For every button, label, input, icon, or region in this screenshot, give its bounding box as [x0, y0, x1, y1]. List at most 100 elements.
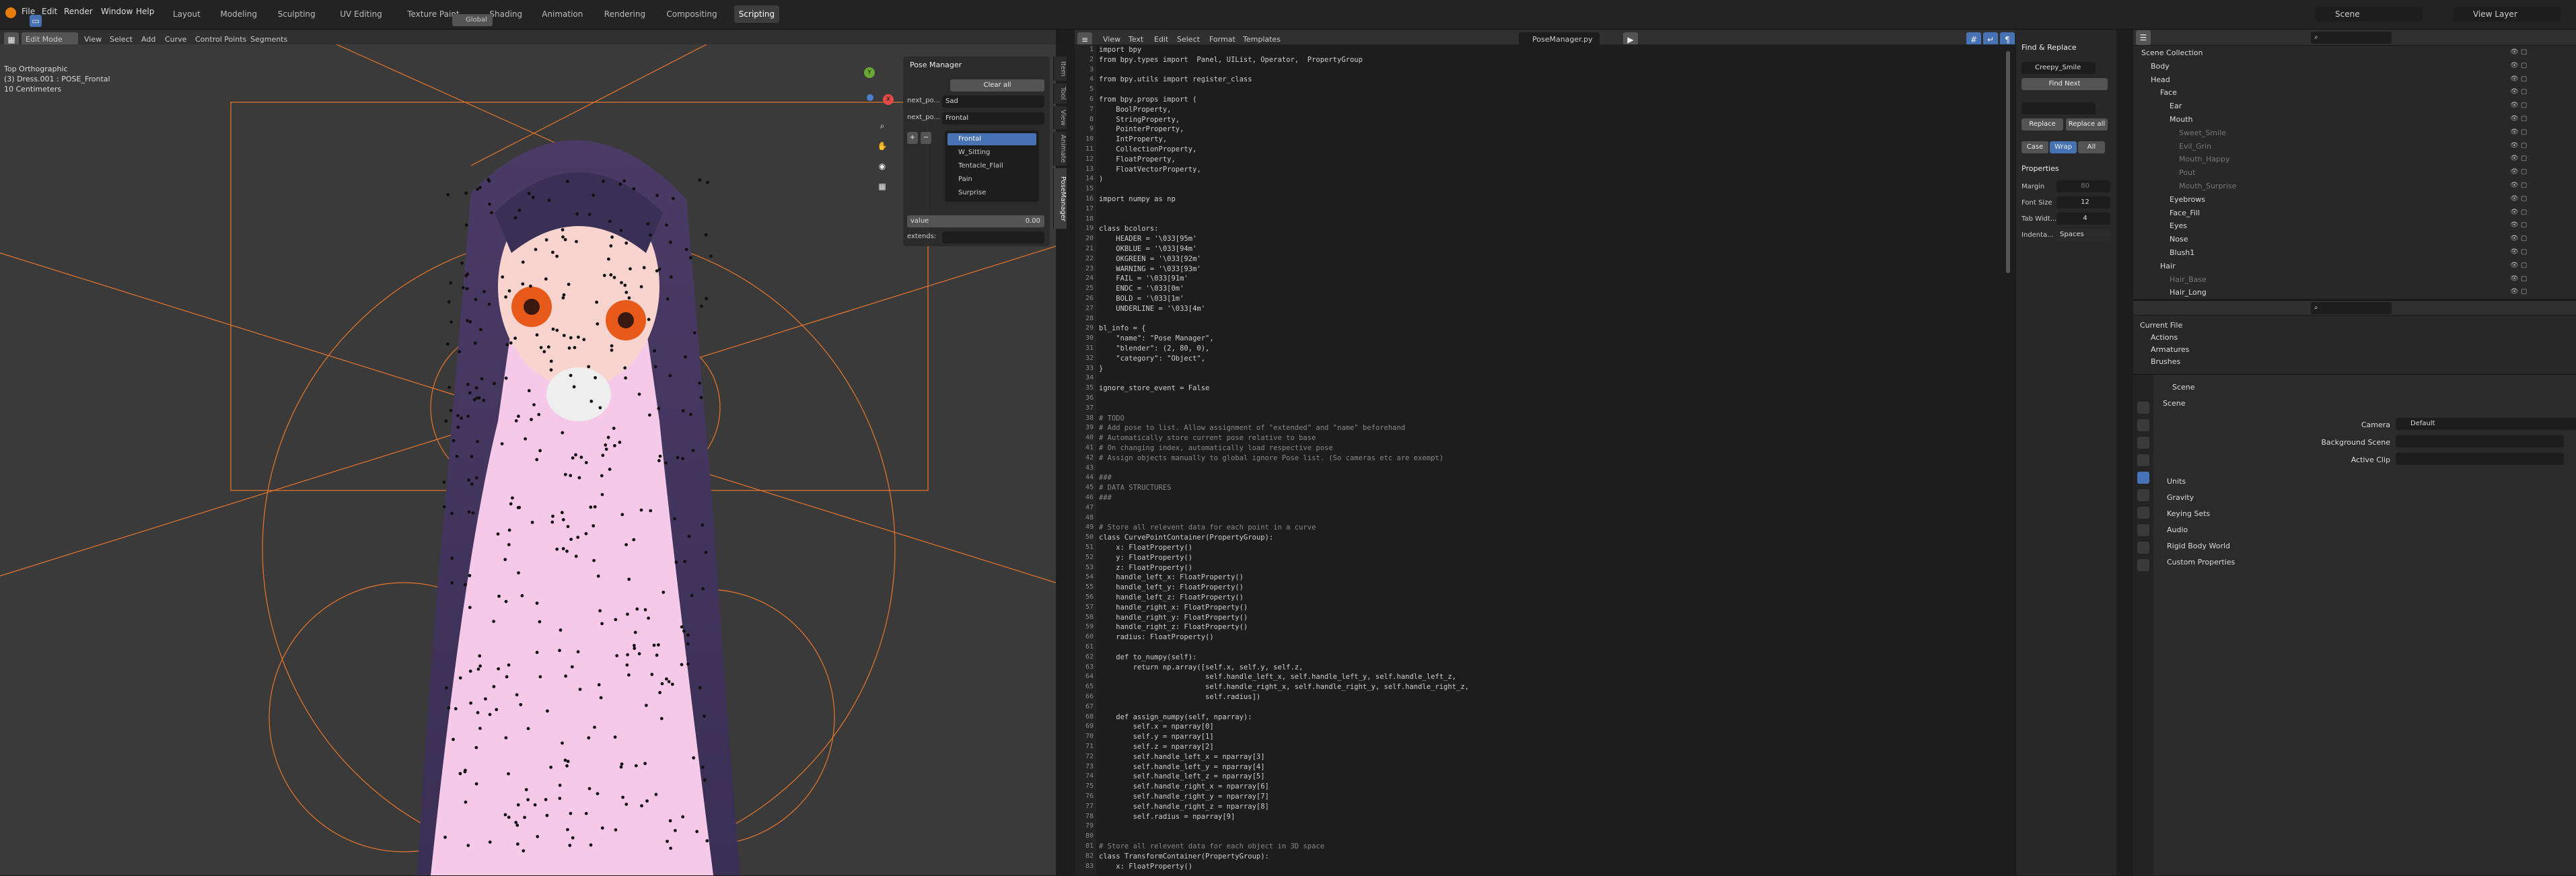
- object-tab-icon[interactable]: [2137, 507, 2149, 519]
- sidebar-tab-animate[interactable]: Animate: [1053, 132, 1067, 166]
- visibility-toggle-icon[interactable]: 👁 ▢: [2510, 209, 2527, 216]
- margin-field[interactable]: 80: [2056, 180, 2110, 192]
- add-pose-button[interactable]: +: [907, 132, 918, 144]
- visibility-toggle-icon[interactable]: 👁 ▢: [2510, 262, 2527, 269]
- visibility-toggle-icon[interactable]: 👁 ▢: [2510, 235, 2527, 242]
- outliner-type-icon[interactable]: ☰: [2136, 30, 2151, 45]
- visibility-toggle-icon[interactable]: 👁 ▢: [2510, 275, 2527, 283]
- outliner-item[interactable]: Hair: [2160, 262, 2176, 270]
- tab-width-field[interactable]: 4: [2056, 213, 2110, 225]
- wrap-toggle[interactable]: Wrap: [2050, 141, 2077, 153]
- current-file-item[interactable]: Current File: [2140, 321, 2182, 330]
- case-toggle[interactable]: Case: [2022, 141, 2048, 153]
- outliner-item[interactable]: Face: [2160, 88, 2177, 97]
- outliner-item[interactable]: Scene Collection: [2141, 48, 2203, 57]
- find-input[interactable]: Creepy_Smile: [2022, 62, 2096, 74]
- outliner-item[interactable]: Nose: [2170, 235, 2188, 244]
- outliner-item[interactable]: Eyebrows: [2170, 195, 2205, 204]
- visibility-toggle-icon[interactable]: 👁 ▢: [2510, 88, 2527, 96]
- camera-field[interactable]: Default: [2396, 418, 2576, 430]
- menu-help[interactable]: Help: [136, 7, 154, 16]
- all-toggle[interactable]: All: [2078, 141, 2105, 153]
- next-pose-field[interactable]: Sad: [942, 96, 1044, 108]
- pose-list-item[interactable]: Pain: [947, 174, 1036, 186]
- view-layer-tab-icon[interactable]: [2137, 454, 2149, 466]
- rigid-body-panel[interactable]: Rigid Body World: [2167, 542, 2230, 550]
- pose-list-item[interactable]: Tentacle_Flail: [947, 160, 1036, 172]
- units-panel[interactable]: Units: [2167, 477, 2186, 486]
- blender-logo-icon[interactable]: [5, 7, 16, 18]
- tool-tab-icon[interactable]: [2137, 402, 2149, 414]
- scene-section-header[interactable]: Scene: [2163, 399, 2186, 408]
- audio-panel[interactable]: Audio: [2167, 525, 2188, 534]
- visibility-toggle-icon[interactable]: 👁 ▢: [2510, 182, 2527, 189]
- material-tab-icon[interactable]: [2137, 559, 2149, 571]
- sidebar-tab-tool[interactable]: Tool: [1053, 83, 1067, 104]
- next-pose2-field[interactable]: Frontal: [942, 112, 1044, 124]
- camera-icon[interactable]: ◉: [875, 159, 890, 174]
- file-view-search-input[interactable]: ⌕: [2311, 302, 2392, 314]
- orientation-selector[interactable]: Global: [452, 14, 493, 26]
- gravity-checkbox[interactable]: Gravity: [2167, 493, 2194, 502]
- outliner-search-input[interactable]: ⌕: [2311, 32, 2392, 44]
- outliner-item[interactable]: Ear: [2170, 102, 2182, 110]
- outliner-item[interactable]: Face_Fill: [2170, 209, 2200, 217]
- extends-field[interactable]: [942, 231, 1044, 244]
- view-layer-selector[interactable]: View Layer: [2453, 7, 2561, 22]
- visibility-toggle-icon[interactable]: 👁 ▢: [2510, 155, 2527, 162]
- code-editor[interactable]: 1 2 3 4 5 6 7 8 9 10 11 12 13 14 15 16 17 18 19 20 21 22 23 24 2…: [1075, 44, 2015, 875]
- navigation-gizmo[interactable]: Y X: [841, 65, 895, 118]
- modifier-tab-icon[interactable]: [2137, 524, 2149, 536]
- menu-render[interactable]: Render: [64, 7, 93, 16]
- data-tab-icon[interactable]: [2137, 542, 2149, 554]
- visibility-toggle-icon[interactable]: 👁 ▢: [2510, 75, 2527, 83]
- sidebar-tab-item[interactable]: Item: [1053, 57, 1067, 81]
- sidebar-tab-posemanager[interactable]: PoseManager: [1053, 168, 1067, 229]
- value-field[interactable]: value 0.00: [907, 215, 1044, 227]
- outliner-item[interactable]: Body: [2151, 62, 2170, 71]
- 3d-viewport[interactable]: Top Orthographic (3) Dress.001 : POSE_Fr…: [0, 44, 1056, 875]
- remove-pose-button[interactable]: −: [921, 132, 931, 144]
- font-size-field[interactable]: 12: [2056, 196, 2110, 209]
- code-scrollbar[interactable]: [2006, 51, 2010, 273]
- outliner-item[interactable]: Eyes: [2170, 221, 2187, 230]
- pan-hand-icon[interactable]: ✋: [875, 139, 890, 153]
- gizmo-x-axis[interactable]: X: [883, 94, 894, 105]
- brushes-item[interactable]: Brushes: [2151, 357, 2180, 366]
- menu-edit[interactable]: Edit: [42, 7, 57, 16]
- visibility-toggle-icon[interactable]: 👁 ▢: [2510, 248, 2527, 256]
- visibility-toggle-icon[interactable]: 👁 ▢: [2510, 102, 2527, 109]
- replace-input[interactable]: [2022, 102, 2096, 114]
- find-next-button[interactable]: Find Next: [2022, 78, 2108, 90]
- gizmo-y-axis[interactable]: Y: [864, 67, 875, 78]
- grid-icon[interactable]: ▦: [875, 179, 890, 194]
- visibility-toggle-icon[interactable]: 👁 ▢: [2510, 129, 2527, 136]
- keying-sets-panel[interactable]: Keying Sets: [2167, 509, 2210, 518]
- pose-list-item[interactable]: Surprise: [947, 187, 1036, 199]
- visibility-toggle-icon[interactable]: 👁 ▢: [2510, 288, 2527, 295]
- outliner-item[interactable]: Blush1: [2170, 248, 2194, 257]
- outliner-item[interactable]: Evil_Grin: [2179, 142, 2211, 151]
- actions-item[interactable]: Actions: [2151, 333, 2178, 342]
- gizmo-z-axis[interactable]: [867, 94, 873, 101]
- clear-all-button[interactable]: Clear all: [950, 79, 1044, 92]
- outliner-item[interactable]: Mouth_Happy: [2179, 155, 2229, 163]
- outliner-item[interactable]: Mouth_Surprise: [2179, 182, 2237, 190]
- outliner-item[interactable]: Mouth: [2170, 115, 2192, 124]
- select-box-icon[interactable]: ▭: [30, 15, 42, 27]
- replace-all-button[interactable]: Replace all: [2066, 118, 2108, 131]
- pose-list[interactable]: Frontal W_Sitting Tentacle_Flail Pain Surpri…: [945, 131, 1039, 202]
- visibility-toggle-icon[interactable]: 👁 ▢: [2510, 195, 2527, 203]
- menu-window[interactable]: Window: [101, 7, 133, 16]
- sidebar-tab-view[interactable]: View: [1053, 106, 1067, 129]
- active-clip-field[interactable]: [2396, 453, 2564, 465]
- pose-list-item[interactable]: Frontal: [947, 133, 1036, 145]
- outliner-item[interactable]: Pout: [2179, 168, 2195, 177]
- visibility-toggle-icon[interactable]: 👁 ▢: [2510, 62, 2527, 69]
- visibility-toggle-icon[interactable]: 👁 ▢: [2510, 115, 2527, 122]
- visibility-toggle-icon[interactable]: 👁 ▢: [2510, 168, 2527, 176]
- outliner-item[interactable]: Head: [2151, 75, 2170, 84]
- custom-properties-panel[interactable]: Custom Properties: [2167, 558, 2235, 567]
- scene-tab-icon[interactable]: [2137, 472, 2149, 484]
- outliner-item[interactable]: Sweet_Smile: [2179, 129, 2226, 137]
